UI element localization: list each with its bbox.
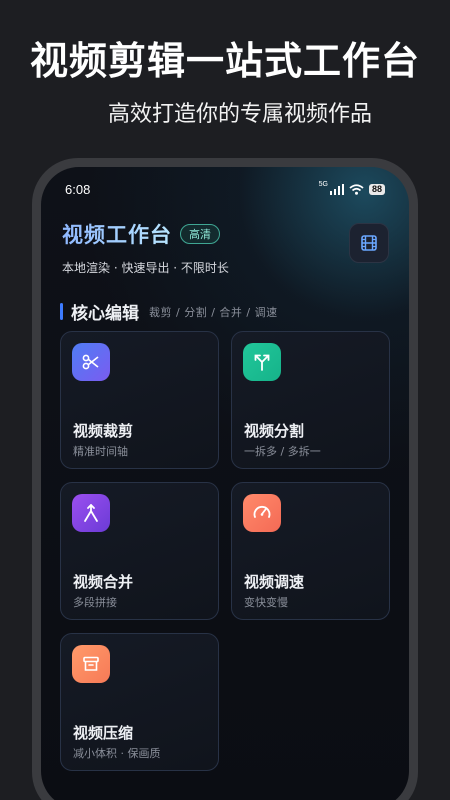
section-header: 核心编辑 裁剪 / 分割 / 合并 / 调速: [60, 299, 389, 324]
status-bar: 6:08 5G 88: [65, 177, 385, 201]
card-desc: 变快变慢: [244, 596, 288, 609]
film-button[interactable]: [349, 223, 389, 263]
card-desc: 减小体积 · 保画质: [73, 747, 161, 760]
section-tags: 裁剪 / 分割 / 合并 / 调速: [149, 305, 278, 319]
status-time: 6:08: [65, 181, 91, 197]
card-video-crop[interactable]: 视频裁剪 精准时间轴: [60, 331, 219, 469]
card-title: 视频裁剪: [73, 422, 134, 440]
card-title: 视频压缩: [73, 724, 134, 742]
card-icon-bg: [72, 645, 110, 683]
card-desc: 多段拼接: [73, 596, 117, 609]
app-header: 视频工作台 高清 本地渲染 · 快速导出 · 不限时长: [62, 219, 389, 276]
app-title: 视频工作台: [62, 219, 172, 249]
section-accent-bar: [60, 303, 63, 320]
app-title-row: 视频工作台 高清: [62, 219, 389, 249]
card-desc: 精准时间轴: [73, 445, 128, 458]
merge-arrow-icon: [84, 504, 98, 522]
phone-screen: 6:08 5G 88 视频工作台 高清 本地渲染 · 快速导出 · 不限时长 核…: [41, 167, 409, 800]
card-desc: 一拆多 / 多拆一: [244, 445, 321, 458]
card-video-split[interactable]: 视频分割 一拆多 / 多拆一: [231, 331, 390, 469]
battery-indicator: 88: [368, 183, 385, 195]
card-title: 视频合并: [73, 573, 134, 591]
archive-box-icon: [83, 656, 99, 671]
film-icon: [361, 235, 377, 251]
speedometer-icon: [253, 505, 271, 518]
card-icon-bg: [72, 494, 110, 532]
card-icon-bg: [243, 343, 281, 381]
split-arrow-icon: [254, 354, 270, 371]
card-video-speed[interactable]: 视频调速 变快变慢: [231, 482, 390, 620]
phone-frame: 6:08 5G 88 视频工作台 高清 本地渲染 · 快速导出 · 不限时长 核…: [32, 158, 418, 800]
card-icon-bg: [243, 494, 281, 532]
promo-title: 视频剪辑一站式工作台: [29, 39, 420, 83]
card-video-compress[interactable]: 视频压缩 减小体积 · 保画质: [60, 633, 219, 771]
quality-badge: 高清: [180, 224, 220, 244]
app-subtitle: 本地渲染 · 快速导出 · 不限时长: [62, 261, 229, 275]
card-title: 视频调速: [244, 573, 305, 591]
status-icons: 5G 88: [318, 180, 385, 195]
card-icon-bg: [72, 343, 110, 381]
card-video-merge[interactable]: 视频合并 多段拼接: [60, 482, 219, 620]
signal-icon: [329, 183, 344, 195]
scissors-icon: [82, 354, 99, 370]
card-title: 视频分割: [244, 422, 305, 440]
promo-subtitle: 高效打造你的专属视频作品: [107, 102, 372, 127]
network-type: 5G: [318, 180, 328, 188]
section-title: 核心编辑: [71, 304, 139, 324]
wifi-icon: [349, 183, 364, 195]
